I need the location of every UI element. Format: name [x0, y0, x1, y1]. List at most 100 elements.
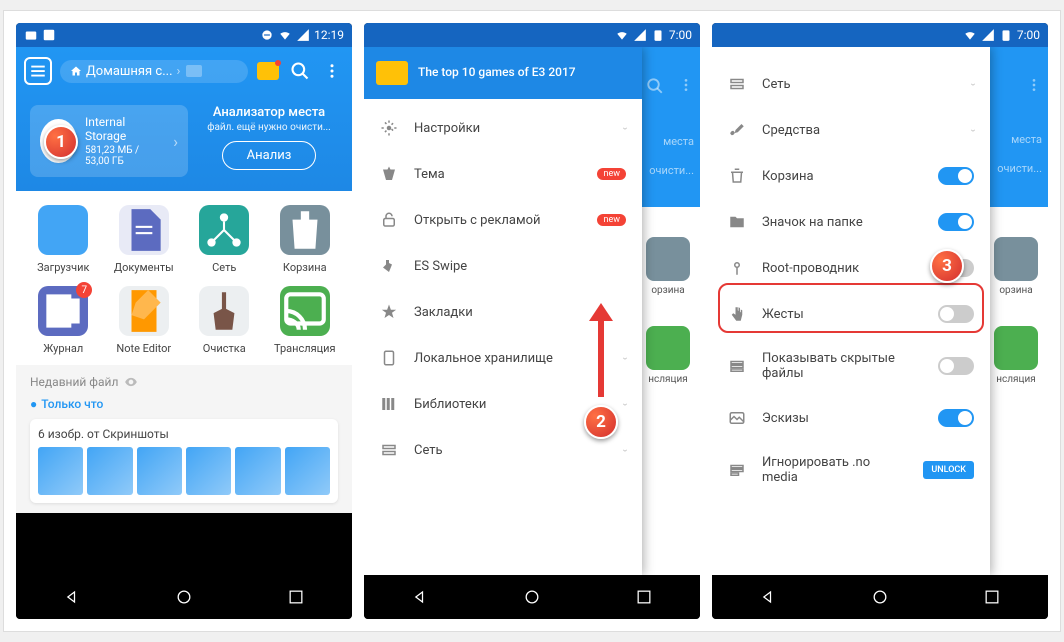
thumb[interactable]: [235, 447, 280, 495]
item-label: Настройки: [414, 121, 607, 136]
item-label: Сеть: [414, 443, 607, 458]
wifi-icon: [615, 28, 629, 42]
recents-button[interactable]: [286, 587, 306, 607]
app-5[interactable]: Note Editor: [107, 286, 182, 355]
home-button[interactable]: [174, 587, 194, 607]
item-icon: [728, 167, 746, 185]
item-label: Корзина: [762, 169, 922, 184]
back-button[interactable]: [410, 587, 430, 607]
nav-bar: [16, 575, 352, 619]
recent-card[interactable]: 6 изобр. от Скриншоты: [30, 419, 338, 503]
home-button[interactable]: [522, 587, 542, 607]
camera-icon: [24, 28, 38, 42]
drawer-item-жесты[interactable]: Жесты: [712, 291, 990, 337]
menu-button[interactable]: [24, 57, 52, 85]
recents-button[interactable]: [982, 587, 1002, 607]
back-button[interactable]: [758, 587, 778, 607]
item-icon: [380, 441, 398, 459]
mail-button[interactable]: [256, 59, 280, 83]
drawer-screen-2: места очисти... орзина нсляция Сеть›Сред…: [712, 47, 1048, 575]
back-button[interactable]: [62, 587, 82, 607]
thumb[interactable]: [186, 447, 231, 495]
unlock-button[interactable]: UNLOCK: [923, 461, 974, 479]
app-2[interactable]: Сеть: [187, 205, 262, 274]
drawer-item-es-swipe[interactable]: ES Swipe: [364, 243, 642, 289]
thumb[interactable]: [285, 447, 330, 495]
item-icon: [728, 461, 746, 479]
app-6[interactable]: Очистка: [187, 286, 262, 355]
toggle[interactable]: [938, 409, 974, 427]
toolbar: Домашняя с... ›: [16, 47, 352, 95]
toggle[interactable]: [938, 357, 974, 375]
recent-tab[interactable]: Только что: [30, 397, 338, 411]
drawer-item-значок-на-папке[interactable]: Значок на папке: [712, 199, 990, 245]
item-icon: [728, 305, 746, 323]
item-label: Сеть: [762, 77, 955, 92]
drawer-item-сеть[interactable]: Сеть›: [712, 61, 990, 107]
nav-bar: [712, 575, 1048, 619]
drawer-item-средства[interactable]: Средства›: [712, 107, 990, 153]
callout-3: 3: [930, 249, 964, 283]
drawer-item-открыть-с-рекламой[interactable]: Открыть с рекламойnew: [364, 197, 642, 243]
thumb[interactable]: [87, 447, 132, 495]
analyzer-title: Анализатор места: [200, 105, 338, 120]
app-1[interactable]: Документы: [107, 205, 182, 274]
window-chip-icon: [186, 65, 202, 77]
image-icon: [42, 28, 56, 42]
drawer-item-корзина[interactable]: Корзина: [712, 153, 990, 199]
breadcrumb[interactable]: Домашняя с... ›: [60, 60, 248, 83]
recent-header: Недавний файл: [30, 375, 338, 389]
item-label: Root-проводник: [762, 261, 922, 276]
item-icon: [728, 75, 746, 93]
status-bar: 7:00: [364, 23, 700, 47]
item-icon: [380, 119, 398, 137]
signal-icon: [981, 28, 995, 42]
drawer-banner[interactable]: The top 10 games of E3 2017: [364, 47, 642, 99]
thumbnails: [38, 447, 330, 495]
thumb[interactable]: [38, 447, 83, 495]
item-icon: [380, 395, 398, 413]
item-label: Показывать скрытые файлы: [762, 351, 922, 381]
tutorial-container: 12:19 Домашняя с... ›: [3, 10, 1061, 632]
toggle[interactable]: [938, 305, 974, 323]
item-icon: [728, 213, 746, 231]
toggle[interactable]: [938, 213, 974, 231]
app-grid: ЗагрузчикДокументыСетьКорзина ЖурналNote …: [16, 191, 352, 365]
phone-2: 7:00 места очисти... орзина нсляция The …: [364, 23, 700, 619]
item-icon: [380, 165, 398, 183]
callout-2: 2: [584, 405, 618, 439]
callout-1: 1: [44, 125, 78, 159]
thumb[interactable]: [137, 447, 182, 495]
item-label: Игнорировать .no media: [762, 455, 907, 485]
search-button[interactable]: [288, 59, 312, 83]
storage-size: 581,23 МБ / 53,00 ГБ: [85, 145, 165, 167]
drawer-item-показывать-скрытые-файлы[interactable]: Показывать скрытые файлы: [712, 337, 990, 395]
analyze-button[interactable]: Анализ: [222, 141, 317, 170]
dnd-icon: [260, 28, 274, 42]
toggle[interactable]: [938, 167, 974, 185]
more-icon: [1026, 77, 1042, 93]
eye-icon: [124, 375, 138, 389]
app-4[interactable]: Журнал: [26, 286, 101, 355]
item-label: Библиотеки: [414, 397, 607, 412]
app-0[interactable]: Загрузчик: [26, 205, 101, 274]
more-button[interactable]: [320, 59, 344, 83]
drawer-item-настройки[interactable]: Настройки›: [364, 105, 642, 151]
status-time: 7:00: [1017, 28, 1040, 42]
wifi-icon: [963, 28, 977, 42]
drawer-item-эскизы[interactable]: Эскизы: [712, 395, 990, 441]
app-7[interactable]: Трансляция: [268, 286, 343, 355]
item-icon: [380, 303, 398, 321]
home-screen: Домашняя с... › 1,07% Internal Storage: [16, 47, 352, 575]
item-icon: [380, 349, 398, 367]
status-time: 7:00: [669, 28, 692, 42]
recents-button[interactable]: [634, 587, 654, 607]
scroll-arrow: [598, 317, 604, 397]
drawer-item-игнорировать-no-media[interactable]: Игнорировать .no media UNLOCK: [712, 441, 990, 499]
status-bar: 12:19: [16, 23, 352, 47]
app-3[interactable]: Корзина: [268, 205, 343, 274]
drawer-item-тема[interactable]: Темаnew: [364, 151, 642, 197]
item-label: Средства: [762, 123, 955, 138]
home-button[interactable]: [870, 587, 890, 607]
recent-section: Недавний файл Только что 6 изобр. от Скр…: [16, 365, 352, 513]
